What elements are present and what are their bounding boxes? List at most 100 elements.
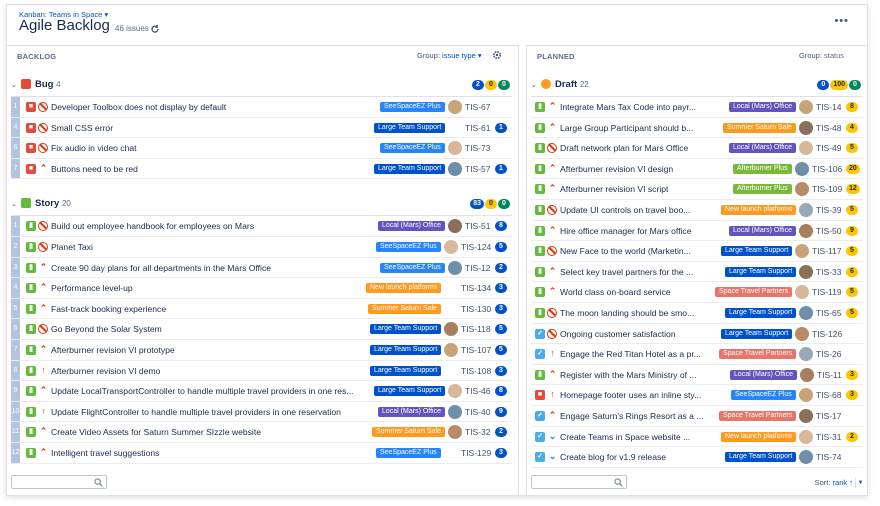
issue-key[interactable]: TIS-50 [816, 226, 842, 236]
avatar[interactable] [444, 322, 458, 337]
avatar[interactable] [448, 100, 462, 114]
issue-key[interactable]: TIS-67 [465, 102, 491, 112]
rank-number[interactable]: 1 [11, 216, 20, 236]
issue-summary[interactable]: Intelligent travel suggestions [51, 448, 159, 458]
rank-number[interactable]: 1 [11, 97, 20, 117]
issue-row[interactable]: 2 ▮ Planet Taxi SeeSpaceEZ Plus TIS-124 5 [11, 236, 512, 258]
epic-label[interactable]: Large Team Support [725, 307, 797, 318]
backlog-search-input[interactable] [11, 475, 107, 489]
gear-icon[interactable] [492, 50, 502, 60]
avatar[interactable] [799, 429, 813, 444]
issue-summary[interactable]: Build out employee handbook for employee… [51, 221, 254, 231]
epic-label[interactable]: SeeSpaceEZ Plus [376, 241, 441, 252]
issue-summary[interactable]: Update UI controls on travel boo... [560, 205, 690, 215]
issue-row[interactable]: 10 ▮ ↑ Update FlightController to handle mu… [11, 401, 512, 423]
issue-row[interactable]: ▮ ⌃ Select key travel partners for the ...… [531, 261, 863, 283]
issue-key[interactable]: TIS-109 [812, 184, 842, 194]
rank-number[interactable]: 3 [11, 257, 20, 278]
issue-summary[interactable]: Afterburner revision VI design [560, 164, 673, 174]
issue-key[interactable]: TIS-134 [461, 283, 491, 293]
issue-row[interactable]: 8 ▮ ↑ Afterburner revision VI demo Large Tea… [11, 360, 512, 382]
epic-label[interactable]: Large Team Support [374, 122, 446, 133]
issue-row[interactable]: 12 ▮ ⌃ Intelligent travel suggestions SeeSpa… [11, 442, 512, 464]
rank-number[interactable]: 2 [11, 236, 20, 257]
epic-label[interactable]: Afterburner Plus [733, 184, 792, 195]
planned-search-input[interactable] [531, 475, 627, 489]
issue-summary[interactable]: Create 90 day plans for all departments … [51, 263, 271, 273]
epic-label[interactable]: Large Team Support [725, 452, 797, 463]
issue-summary[interactable]: Fast-track booking experience [51, 304, 166, 314]
issue-summary[interactable]: Create Video Assets for Saturn Summer SI… [51, 427, 261, 437]
rank-number[interactable]: 8 [11, 360, 20, 381]
issue-key[interactable]: TIS-11 [817, 370, 842, 380]
epic-label[interactable]: SeeSpaceEZ Plus [731, 390, 796, 401]
avatar[interactable] [444, 239, 458, 254]
issue-key[interactable]: TIS-40 [465, 407, 491, 417]
issue-summary[interactable]: Hire office manager for Mars office [560, 226, 692, 236]
epic-label[interactable]: Large Team Support [374, 163, 446, 174]
epic-label[interactable]: Local (Mars) Office [730, 369, 797, 380]
epic-label[interactable]: Large Team Support [725, 266, 797, 277]
issue-key[interactable]: TIS-14 [816, 102, 842, 112]
refresh-icon[interactable] [150, 24, 160, 34]
issue-summary[interactable]: New Face to the world (Marketin... [560, 246, 691, 256]
issue-row[interactable]: ▮ ⌃ Integrate Mars Tax Code into payr... Lo… [531, 97, 863, 118]
issue-key[interactable]: TIS-33 [816, 267, 842, 277]
avatar[interactable] [799, 100, 813, 114]
group-header-bug[interactable]: ⌄ Bug 4200 [7, 74, 518, 96]
epic-label[interactable]: Local (Mars) Office [729, 143, 796, 154]
avatar[interactable] [795, 182, 809, 197]
issue-key[interactable]: TIS-117 [812, 246, 842, 256]
avatar[interactable] [795, 244, 809, 259]
avatar[interactable] [795, 161, 809, 176]
issue-summary[interactable]: Small CSS error [51, 123, 113, 133]
epic-label[interactable]: Summer Saturn Sale [368, 303, 441, 314]
epic-label[interactable]: Large Team Support [370, 365, 442, 376]
issue-key[interactable]: TIS-65 [816, 308, 842, 318]
issue-row[interactable]: 7 ■ ⌃ Buttons need to be red Large Team Supp… [11, 158, 512, 180]
issue-key[interactable]: TIS-119 [812, 287, 842, 297]
rank-number[interactable]: 12 [11, 442, 20, 463]
issue-summary[interactable]: Go Beyond the Solar System [51, 324, 162, 334]
avatar[interactable] [799, 223, 813, 238]
rank-number[interactable]: 6 [11, 319, 20, 339]
issue-key[interactable]: TIS-108 [461, 366, 491, 376]
issue-key[interactable]: TIS-129 [461, 448, 491, 458]
issue-row[interactable]: ▮ ⌃ Large Group Participant should b... Sum… [531, 117, 863, 139]
issue-key[interactable]: TIS-49 [816, 143, 842, 153]
planned-group-control[interactable]: Group: status [799, 51, 844, 60]
epic-label[interactable]: SeeSpaceEZ Plus [380, 262, 445, 273]
issue-summary[interactable]: Draft network plan for Mars Office [560, 143, 688, 153]
avatar[interactable] [448, 219, 462, 234]
issue-row[interactable]: 11 ▮ ⌃ Create Video Assets for Saturn Summe… [11, 422, 512, 443]
issue-row[interactable]: ▮ ⌃ World class on-board service Space Trav… [531, 282, 863, 303]
issue-row[interactable]: 5 ▮ ⌃ Fast-track booking experience Summer S… [11, 298, 512, 320]
issue-row[interactable]: 4 ▮ ⌃ Performance level-up New launch platfo… [11, 278, 512, 299]
avatar[interactable] [800, 367, 814, 382]
backlog-group-control[interactable]: Group: issue type ▾ [417, 51, 482, 60]
issue-key[interactable]: TIS-26 [816, 349, 842, 359]
avatar[interactable] [448, 161, 462, 176]
issue-key[interactable]: TIS-130 [461, 304, 491, 314]
avatar[interactable] [799, 408, 813, 423]
group-select[interactable]: status [824, 51, 844, 60]
issue-row[interactable]: 7 ▮ ⌃ Afterburner revision VI prototype Larg… [11, 339, 512, 361]
issue-row[interactable]: ✓ ↑ Engage the Red Titan Hotel as a pr... S… [531, 344, 863, 365]
issue-row[interactable]: ✓ Ongoing customer satisfaction Large Team… [531, 323, 863, 345]
issue-key[interactable]: TIS-126 [812, 329, 842, 339]
issue-key[interactable]: TIS-39 [816, 205, 842, 215]
issue-key[interactable]: TIS-12 [465, 263, 491, 273]
epic-label[interactable]: Large Team Support [374, 386, 446, 397]
avatar[interactable] [795, 326, 809, 341]
epic-label[interactable]: Local (Mars) Office [378, 221, 445, 232]
issue-summary[interactable]: Engage Saturn's Rings Resort as a ... [560, 411, 704, 421]
avatar[interactable] [799, 347, 813, 362]
epic-label[interactable]: New launch platforms [366, 283, 442, 294]
avatar[interactable] [799, 450, 813, 465]
issue-key[interactable]: TIS-46 [465, 386, 491, 396]
backlog-list[interactable]: ⌄ Bug 4 2 0 0 1 ■ Developer Toolbox does not di… [7, 70, 518, 468]
issue-key[interactable]: TIS-74 [816, 452, 842, 462]
rank-number[interactable]: 11 [11, 422, 20, 442]
issue-key[interactable]: TIS-17 [816, 411, 842, 421]
epic-label[interactable]: Local (Mars) Office [729, 225, 796, 236]
